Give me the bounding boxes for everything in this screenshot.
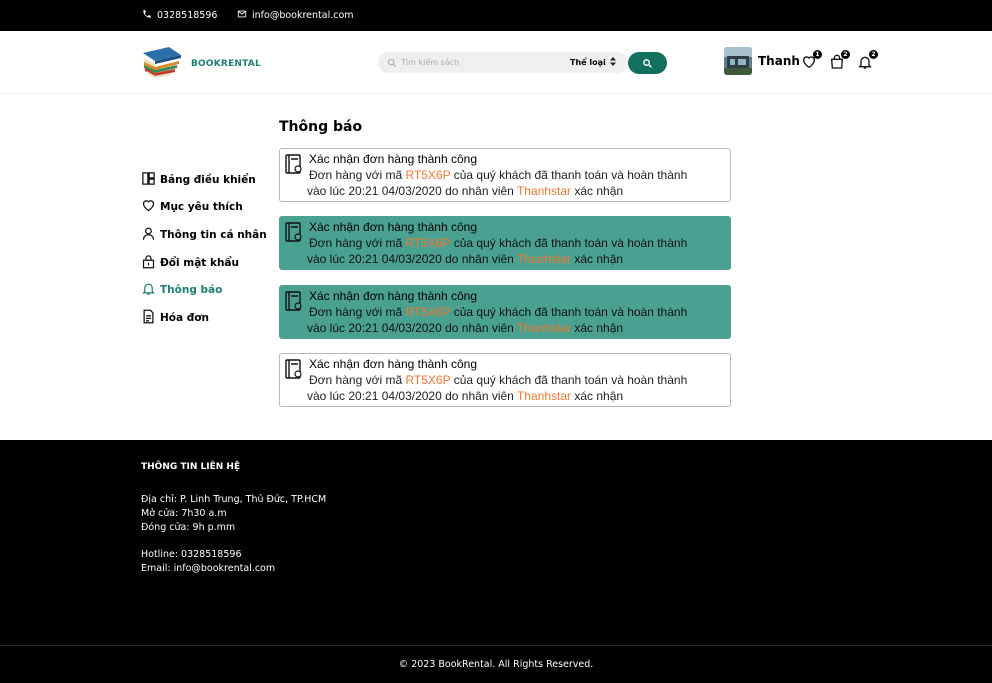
topbar-phone[interactable]: 0328518596 <box>142 9 217 22</box>
notification-text: Đơn hàng với mã <box>309 236 403 250</box>
notification-body: Đơn hàng với mã RT5X6P của quý khách đã … <box>307 304 724 336</box>
notification-text: của quý khách đã thanh toán và hoàn thàn… <box>453 305 688 319</box>
order-code: RT5X6P <box>405 373 451 387</box>
sidebar-item-label: Bảng điều khiển <box>160 173 256 186</box>
staff-name: Thanhstar <box>516 252 571 266</box>
notification-title: Xác nhận đơn hàng thành công <box>309 152 478 166</box>
user-icon <box>141 226 156 244</box>
wishlist-button[interactable]: 1 <box>801 50 822 72</box>
footer-address: Địa chỉ: P. Linh Trung, Thủ Đức, TP.HCM <box>141 494 327 505</box>
notification-item[interactable]: Xác nhận đơn hàng thành công Đơn hàng vớ… <box>279 285 731 339</box>
notification-button[interactable]: 2 <box>857 50 878 72</box>
category-label: Thể loại <box>570 58 606 67</box>
page-title: Thông báo <box>279 119 363 135</box>
books-logo-icon <box>141 45 183 83</box>
sidebar-item-notifications[interactable]: Thông báo <box>141 276 271 304</box>
footer-divider <box>0 645 992 646</box>
notification-text: xác nhận <box>574 389 624 403</box>
heart-icon <box>141 198 156 216</box>
logo[interactable]: BOOKRENTAL <box>141 45 261 83</box>
notification-text: vào lúc 20:21 04/03/2020 do nhân viên <box>307 321 514 335</box>
category-select[interactable]: Thể loại <box>570 57 616 68</box>
footer-heading: THÔNG TIN LIÊN HỆ <box>141 462 241 472</box>
avatar <box>724 47 752 75</box>
logo-text: BOOKRENTAL <box>191 59 261 69</box>
cart-button[interactable]: 2 <box>829 50 850 72</box>
sidebar-item-label: Mục yêu thích <box>160 201 243 214</box>
footer-hotline[interactable]: Hotline: 0328518596 <box>141 549 242 560</box>
notification-text: vào lúc 20:21 04/03/2020 do nhân viên <box>307 184 514 198</box>
staff-name: Thanhstar <box>516 184 571 198</box>
topbar-email-text: info@bookrental.com <box>252 10 354 21</box>
user-menu[interactable]: Thanh <box>724 47 800 75</box>
notification-body: Đơn hàng với mã RT5X6P của quý khách đã … <box>307 372 724 404</box>
sidebar-item-label: Đổi mật khẩu <box>160 256 239 269</box>
phone-icon <box>142 9 152 22</box>
order-code: RT5X6P <box>405 168 451 182</box>
top-bar: 0328518596 info@bookrental.com <box>0 0 992 31</box>
footer-open-hours: Mở cửa: 7h30 a.m <box>141 508 227 519</box>
book-icon <box>285 291 303 311</box>
sidebar-item-change-password[interactable]: Đổi mật khẩu <box>141 249 271 277</box>
sidebar-item-dashboard[interactable]: Bảng điều khiển <box>141 166 271 194</box>
notification-text: của quý khách đã thanh toán và hoàn thàn… <box>453 168 688 182</box>
dashboard-icon <box>141 171 156 189</box>
sidebar-item-label: Thông báo <box>160 284 223 297</box>
notification-text: xác nhận <box>574 321 624 335</box>
notification-text: của quý khách đã thanh toán và hoàn thàn… <box>453 236 688 250</box>
notification-text: Đơn hàng với mã <box>309 373 403 387</box>
topbar-email[interactable]: info@bookrental.com <box>237 9 354 22</box>
mail-icon <box>237 9 247 22</box>
search-icon <box>387 53 397 72</box>
cart-badge: 2 <box>841 50 850 59</box>
notification-text: xác nhận <box>574 252 624 266</box>
notification-text: vào lúc 20:21 04/03/2020 do nhân viên <box>307 252 514 266</box>
order-code: RT5X6P <box>405 236 451 250</box>
footer: THÔNG TIN LIÊN HỆ Địa chỉ: P. Linh Trung… <box>0 440 992 683</box>
staff-name: Thanhstar <box>516 321 571 335</box>
account-sidebar: Bảng điều khiển Mục yêu thích Thông tin … <box>141 166 271 332</box>
sidebar-item-wishlist[interactable]: Mục yêu thích <box>141 194 271 222</box>
book-icon <box>285 154 303 174</box>
notification-body: Đơn hàng với mã RT5X6P của quý khách đã … <box>307 167 724 199</box>
sidebar-item-label: Thông tin cá nhân <box>160 228 267 241</box>
notification-text: vào lúc 20:21 04/03/2020 do nhân viên <box>307 389 514 403</box>
notification-title: Xác nhận đơn hàng thành công <box>309 289 478 303</box>
sidebar-item-profile[interactable]: Thông tin cá nhân <box>141 221 271 249</box>
notification-item[interactable]: Xác nhận đơn hàng thành công Đơn hàng vớ… <box>279 148 731 202</box>
sidebar-item-label: Hóa đơn <box>160 311 209 324</box>
search-button-icon <box>642 54 653 73</box>
invoice-icon <box>141 309 156 327</box>
copyright: © 2023 BookRental. All Rights Reserved. <box>398 659 594 670</box>
notification-text: Đơn hàng với mã <box>309 168 403 182</box>
search-input[interactable] <box>401 58 561 67</box>
notification-title: Xác nhận đơn hàng thành công <box>309 220 478 234</box>
notification-badge: 2 <box>869 50 878 59</box>
notification-title: Xác nhận đơn hàng thành công <box>309 357 478 371</box>
lock-icon <box>141 254 156 272</box>
notification-text: Đơn hàng với mã <box>309 305 403 319</box>
wishlist-badge: 1 <box>813 50 822 59</box>
staff-name: Thanhstar <box>516 389 571 403</box>
topbar-phone-text: 0328518596 <box>157 10 218 21</box>
sidebar-item-invoices[interactable]: Hóa đơn <box>141 304 271 332</box>
book-icon <box>285 359 303 379</box>
notification-item[interactable]: Xác nhận đơn hàng thành công Đơn hàng vớ… <box>279 216 731 270</box>
footer-email[interactable]: Email: info@bookrental.com <box>141 563 275 574</box>
book-icon <box>285 222 303 242</box>
search-button[interactable] <box>628 52 667 74</box>
sort-arrows-icon <box>609 57 616 68</box>
user-name: Thanh <box>758 54 800 68</box>
notification-text: của quý khách đã thanh toán và hoàn thàn… <box>453 373 688 387</box>
header: BOOKRENTAL Thể loại Thanh 1 2 2 <box>0 31 992 94</box>
notification-text: xác nhận <box>574 184 624 198</box>
notification-body: Đơn hàng với mã RT5X6P của quý khách đã … <box>307 235 724 267</box>
order-code: RT5X6P <box>405 305 451 319</box>
notification-item[interactable]: Xác nhận đơn hàng thành công Đơn hàng vớ… <box>279 353 731 407</box>
bell-icon <box>141 281 156 299</box>
footer-close-hours: Đóng cửa: 9h p.mm <box>141 522 236 533</box>
